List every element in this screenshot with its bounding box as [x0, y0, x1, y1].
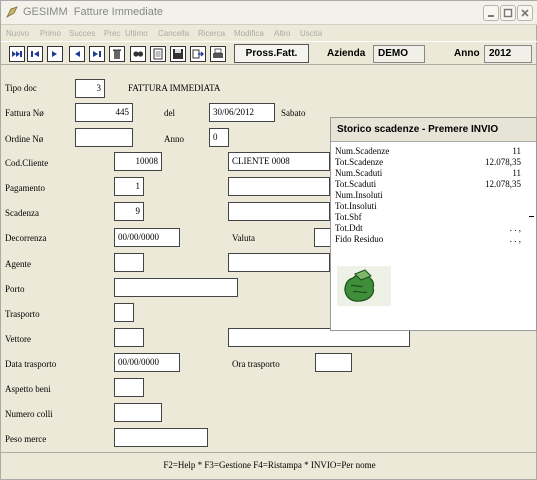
menu-item-uscita[interactable]: Uscita [300, 29, 322, 38]
process-invoice-button[interactable]: Pross.Fatt. [234, 44, 309, 63]
search-icon[interactable] [130, 46, 146, 62]
azienda-label: Azienda [327, 48, 366, 59]
menu-item-nuovo[interactable]: Nuovo [6, 29, 29, 38]
storico-scadenze-panel[interactable]: Storico scadenze - Premere INVIO Num.Sca… [330, 117, 537, 331]
ordine-number-field[interactable] [75, 128, 133, 147]
fattura-date-field[interactable]: 30/06/2012 [209, 103, 275, 122]
panel-row: Fido Residuo. . , [335, 234, 521, 244]
ora-trasporto-label: Ora trasporto [232, 359, 280, 369]
vettore-label: Vettore [5, 334, 31, 344]
decorrenza-label: Decorrenza [5, 233, 47, 243]
tipo-doc-label: Tipo doc [5, 83, 37, 93]
anno-label: Anno [454, 48, 480, 59]
menu-item-cancella[interactable]: Cancella [158, 29, 189, 38]
toolbar: Pross.Fatt. Azienda DEMO Anno 2012 [1, 41, 537, 65]
data-trasporto-label: Data trasporto [5, 359, 57, 369]
ordine-anno-field[interactable]: 0 [209, 128, 229, 147]
menu-bar: Nuovo Primo Succes Prec Ultimo Cancella … [1, 28, 537, 41]
panel-row: Tot.Scaduti 12.078,35 [335, 179, 521, 189]
scroll-marker [529, 216, 534, 217]
save-icon[interactable] [170, 46, 186, 62]
prev-page-icon[interactable] [27, 46, 43, 62]
print-icon[interactable] [210, 46, 226, 62]
pagamento-label: Pagamento [5, 183, 45, 193]
menu-item-succes[interactable]: Succes [69, 29, 95, 38]
agente-label: Agente [5, 259, 31, 269]
cod-cliente-field[interactable]: 10008 [114, 152, 162, 171]
panel-row: Tot.Scadenze 12.078,35 [335, 157, 521, 167]
aspetto-beni-label: Aspetto beni [5, 384, 51, 394]
document-icon[interactable] [150, 46, 166, 62]
fattura-day-label: Sabato [281, 108, 306, 118]
ordine-label: Ordine Nø [5, 134, 44, 144]
agente-field[interactable] [114, 253, 144, 272]
prev-record-icon[interactable] [69, 46, 85, 62]
panel-row: Tot.Ddt. . , [335, 223, 521, 233]
agente-description-field[interactable] [228, 253, 330, 272]
main-window: GESIMM Fatture Immediate Nuovo Primo Suc… [0, 0, 537, 480]
porto-field[interactable] [114, 278, 238, 297]
close-button[interactable] [517, 5, 533, 21]
pagamento-description-field[interactable] [228, 177, 330, 196]
numero-colli-field[interactable] [114, 403, 162, 422]
tipo-doc-field[interactable]: 3 [75, 79, 105, 98]
aspetto-beni-field[interactable] [114, 378, 144, 397]
azienda-value: DEMO [373, 45, 425, 63]
status-bar: F2=Help * F3=Gestione F4=Ristampa * INVI… [1, 452, 537, 480]
trasporto-label: Trasporto [5, 309, 40, 319]
menu-item-primo[interactable]: Primo [40, 29, 61, 38]
decorrenza-field[interactable]: 00/00/0000 [114, 228, 180, 247]
maximize-button[interactable] [500, 5, 516, 21]
fattura-number-field[interactable]: 445 [75, 103, 133, 122]
scadenza-field[interactable]: 9 [114, 202, 144, 221]
export-icon[interactable] [190, 46, 206, 62]
next-page-icon[interactable] [47, 46, 63, 62]
panel-row: Num.Scadenze 11 [335, 146, 521, 156]
menu-item-modifica[interactable]: Modifica [234, 29, 264, 38]
cliente-name-field[interactable]: CLIENTE 0008 [228, 152, 330, 171]
panel-title: Storico scadenze - Premere INVIO [331, 118, 536, 142]
valuta-label: Valuta [232, 233, 255, 243]
panel-row: Tot.Insoluti [335, 201, 377, 211]
panel-row: Num.Scaduti 11 [335, 168, 521, 178]
scadenza-description-field[interactable] [228, 202, 330, 221]
tipo-doc-description: FATTURA IMMEDIATA [128, 83, 221, 93]
money-hand-icon[interactable] [337, 266, 391, 306]
scadenza-label: Scadenza [5, 208, 39, 218]
valuta-field[interactable] [314, 228, 331, 247]
panel-row: Tot.Sbf [335, 212, 362, 222]
menu-item-ultimo[interactable]: Ultimo [125, 29, 148, 38]
anno-value: 2012 [484, 45, 532, 63]
panel-row: Num.Insoluti [335, 190, 383, 200]
trasporto-field[interactable] [114, 303, 134, 322]
peso-merce-label: Peso merce [5, 434, 47, 444]
menu-item-altro[interactable]: Altro [274, 29, 290, 38]
pagamento-field[interactable]: 1 [114, 177, 144, 196]
first-icon[interactable] [9, 46, 25, 62]
porto-label: Porto [5, 284, 25, 294]
vettore-field[interactable] [114, 328, 144, 347]
next-record-icon[interactable] [89, 46, 105, 62]
numero-colli-label: Numero colli [5, 409, 53, 419]
fattura-del-label: del [164, 108, 175, 118]
data-trasporto-field[interactable]: 00/00/0000 [114, 353, 180, 372]
ordine-anno-label: Anno [164, 134, 184, 144]
window-title: GESIMM Fatture Immediate [23, 6, 164, 18]
delete-icon[interactable] [109, 46, 125, 62]
cod-cliente-label: Cod.Cliente [5, 158, 49, 168]
app-icon [5, 5, 19, 19]
fattura-label: Fattura Nø [5, 108, 44, 118]
minimize-button[interactable] [483, 5, 499, 21]
menu-item-prec[interactable]: Prec [104, 29, 120, 38]
title-bar: GESIMM Fatture Immediate [1, 1, 537, 25]
menu-item-ricerca[interactable]: Ricerca [198, 29, 225, 38]
status-text: F2=Help * F3=Gestione F4=Ristampa * INVI… [163, 460, 376, 470]
ora-trasporto-field[interactable] [315, 353, 352, 372]
peso-merce-field[interactable] [114, 428, 208, 447]
